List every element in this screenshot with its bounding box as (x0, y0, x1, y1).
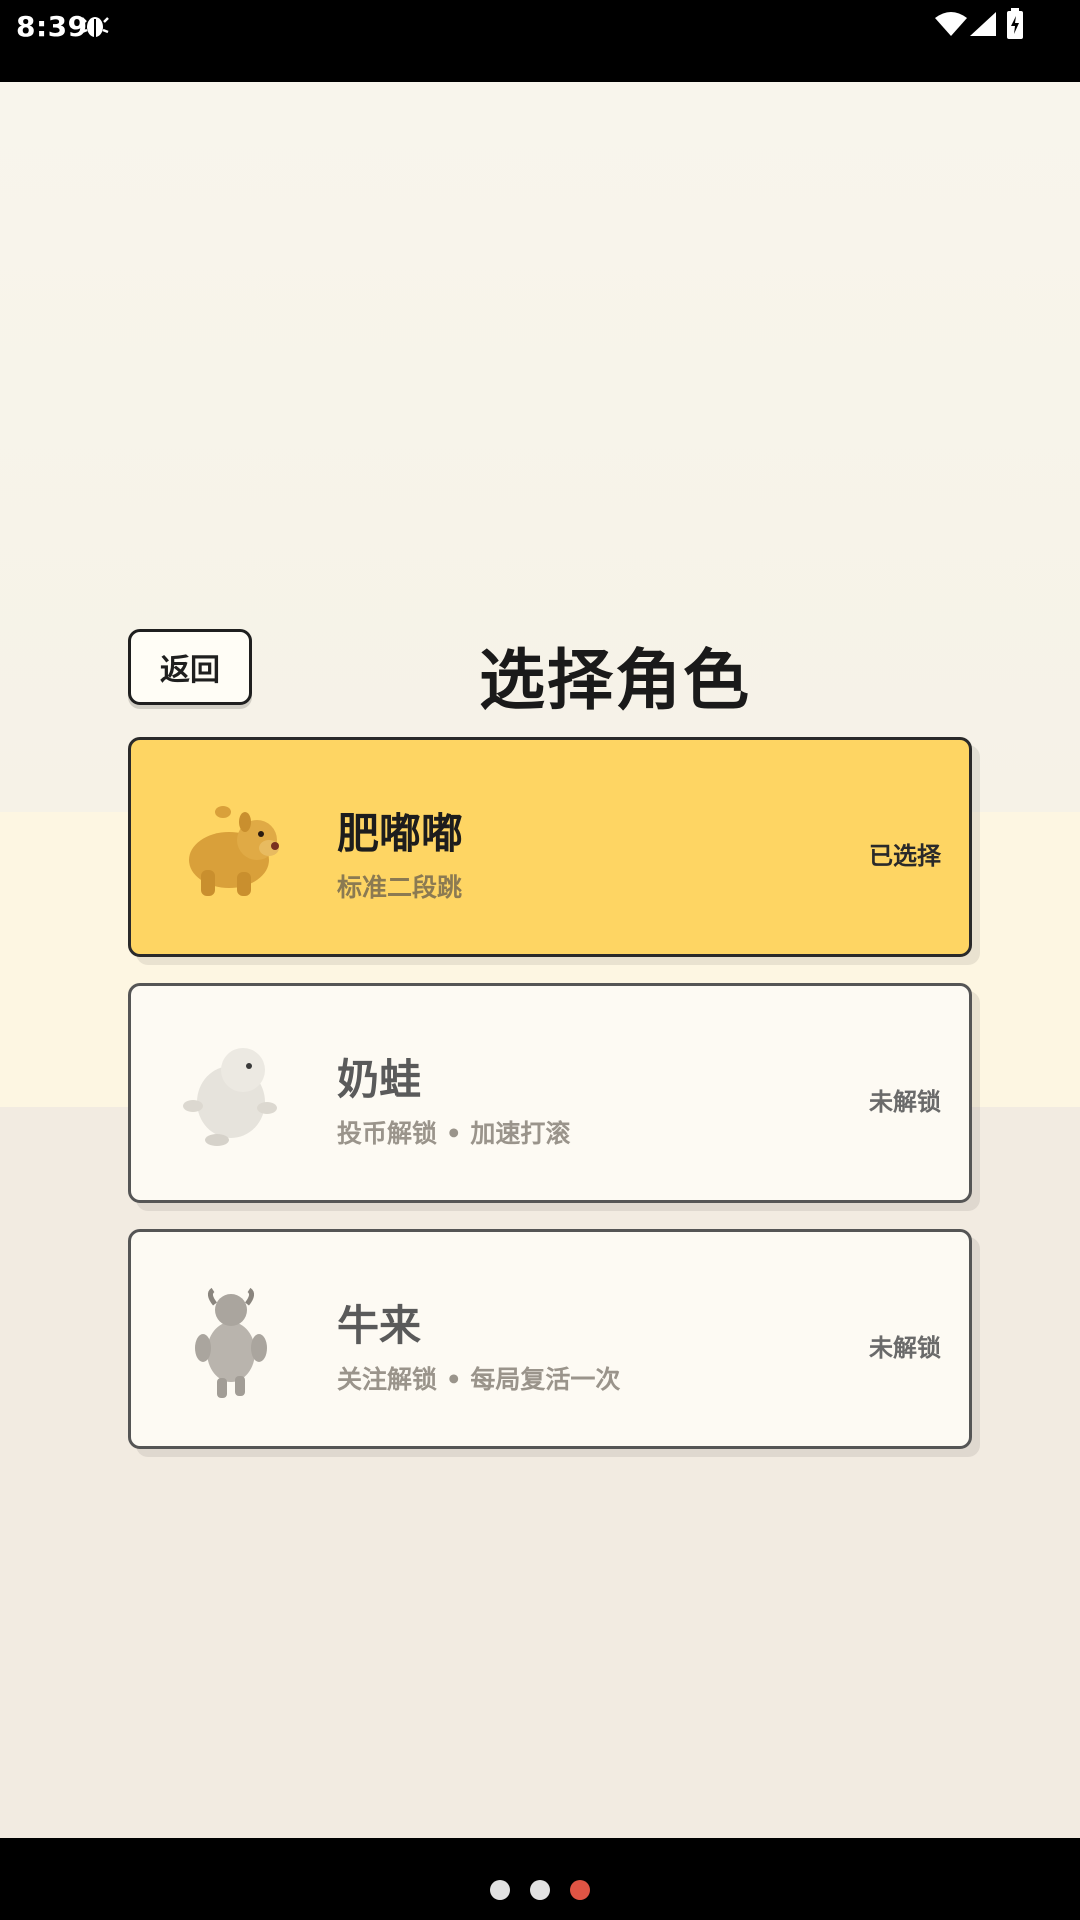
character-name: 牛来 (337, 1301, 422, 1350)
character-select-screen: 返回 选择角色 肥嘟嘟 标准二段跳 已选择 奶蛙 投币解锁 • 加速打滚 未解锁… (0, 82, 1080, 1838)
bug-icon (81, 17, 109, 37)
page-dot-active[interactable] (570, 1880, 590, 1900)
status-bar: 8:39 (0, 0, 1080, 82)
character-status: 已选择 (869, 842, 941, 870)
dog-icon (189, 806, 279, 896)
character-status: 未解锁 (869, 1334, 941, 1362)
character-name: 肥嘟嘟 (337, 809, 464, 858)
white-frog-icon (183, 1048, 277, 1146)
bull-icon (195, 1287, 267, 1398)
wifi-icon (935, 12, 967, 36)
character-name: 奶蛙 (337, 1055, 422, 1104)
character-card-feidudu[interactable]: 肥嘟嘟 标准二段跳 已选择 (128, 737, 972, 957)
character-description: 标准二段跳 (337, 873, 463, 902)
back-button[interactable]: 返回 (128, 629, 252, 705)
page-title: 选择角色 (479, 642, 751, 719)
character-status: 未解锁 (869, 1088, 941, 1116)
signal-icon (970, 12, 996, 36)
character-card-naiwa[interactable]: 奶蛙 投币解锁 • 加速打滚 未解锁 (128, 983, 972, 1203)
character-card-niulai[interactable]: 牛来 关注解锁 • 每局复活一次 未解锁 (128, 1229, 972, 1449)
character-description: 投币解锁 • 加速打滚 (337, 1119, 571, 1148)
page-indicator-bar (0, 1838, 1080, 1920)
page-dot[interactable] (530, 1880, 550, 1900)
battery-icon (1007, 8, 1023, 39)
character-description: 关注解锁 • 每局复活一次 (337, 1365, 621, 1394)
page-dot[interactable] (490, 1880, 510, 1900)
status-time: 8:39 (16, 10, 88, 43)
